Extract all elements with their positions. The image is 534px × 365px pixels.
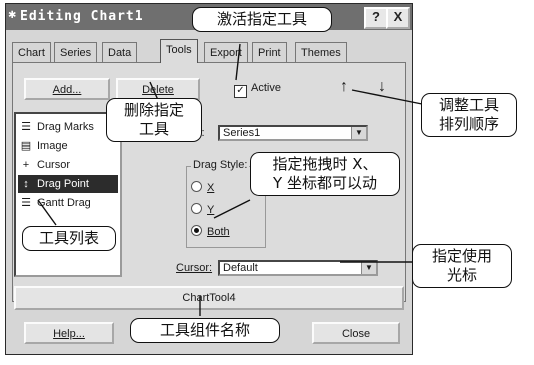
arrow-reorder <box>351 89 423 105</box>
arrow-drag-xy <box>213 199 251 219</box>
callout-cursor: 指定使用 光标 <box>412 244 512 288</box>
callout-delete-tool: 删除指定 工具 <box>106 98 202 142</box>
callout-reorder-tools: 调整工具 排列顺序 <box>421 93 517 137</box>
callout-component-name: 工具组件名称 <box>130 318 280 343</box>
arrow-tool-list <box>37 199 57 226</box>
callout-drag-xy: 指定拖拽时 X、 Y 坐标都可以动 <box>250 152 400 196</box>
callout-activate-tool: 激活指定工具 <box>192 7 332 32</box>
callout-tool-list: 工具列表 <box>22 226 116 251</box>
arrow-activate <box>235 43 241 81</box>
